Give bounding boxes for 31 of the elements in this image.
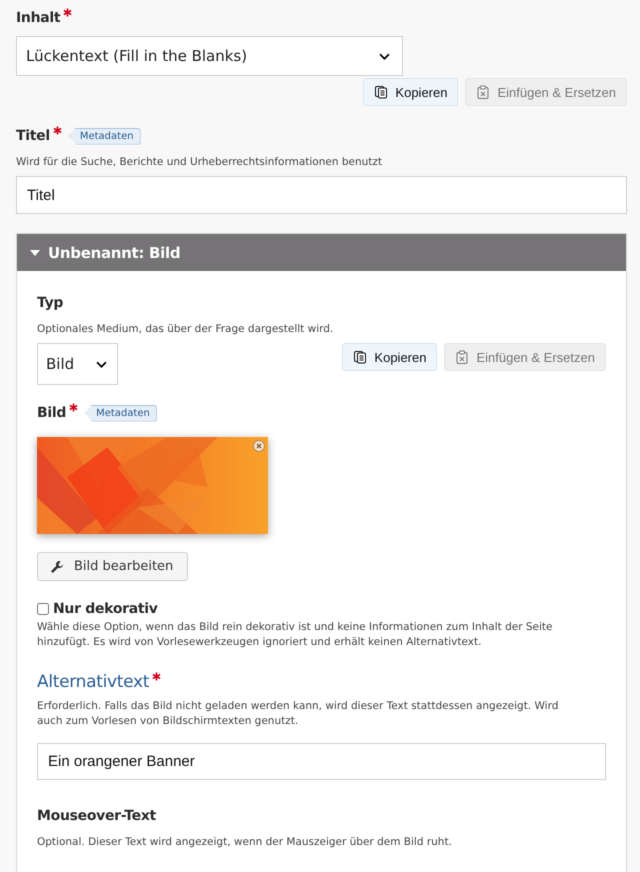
group-header[interactable]: Unbenannt: Bild: [17, 234, 626, 271]
field-description: Optionales Medium, das über der Frage dargestellt wird.: [37, 322, 334, 337]
alt-text-input[interactable]: Ein orangener Banner: [37, 743, 606, 780]
clipboard-icon: [476, 85, 490, 99]
copy-button[interactable]: Kopieren: [342, 343, 438, 371]
copy-icon: [353, 350, 368, 364]
field-description: Optional. Dieser Text wird angezeigt, wenn der Mauszeiger über dem Bild ruht.: [37, 835, 453, 850]
wrench-icon: [50, 560, 64, 574]
field-label: Mouseover-Text: [37, 808, 156, 824]
field-label: Typ: [37, 295, 64, 311]
metadata-tag[interactable]: Metadaten: [68, 128, 141, 144]
type-select[interactable]: Bild: [37, 343, 118, 385]
metadata-tag[interactable]: Metadaten: [85, 404, 157, 422]
edit-image-button[interactable]: Bild bearbeiten: [37, 552, 188, 581]
content-type-select[interactable]: Lückentext (Fill in the Blanks): [16, 36, 403, 76]
decorative-checkbox[interactable]: [37, 603, 49, 615]
field-label: Alternativtext: [37, 672, 150, 692]
field-label: Inhalt: [16, 10, 60, 26]
field-description: Wähle diese Option, wenn das Bild rein dekorativ ist und keine Informationen zum Inhalt der Seite hinzufügt. Es wird von Vorlesewerkzeugen ignoriert und erhält keinen Alternativtext.: [37, 620, 554, 650]
triangle-icon: [30, 250, 40, 256]
field-description: Wird für die Suche, Berichte und Urheberrechtsinformationen benutzt: [16, 155, 384, 170]
checkbox-label: Nur dekorativ: [53, 601, 158, 617]
chevron-down-icon: [379, 52, 390, 60]
field-description: Erforderlich. Falls das Bild nicht geladen werden kann, wird dieser Text stattdessen angezeigt. Wird auch zum Vorlesen von Bildschirmtexten genutzt.: [37, 699, 560, 729]
copy-button[interactable]: Kopieren: [363, 78, 458, 106]
chevron-down-icon: [96, 360, 107, 368]
field-label: Bild: [37, 405, 66, 421]
clipboard-icon: [455, 350, 470, 364]
field-label: Titel: [16, 128, 50, 144]
title-input[interactable]: Titel: [16, 176, 627, 214]
copy-icon: [374, 85, 388, 99]
